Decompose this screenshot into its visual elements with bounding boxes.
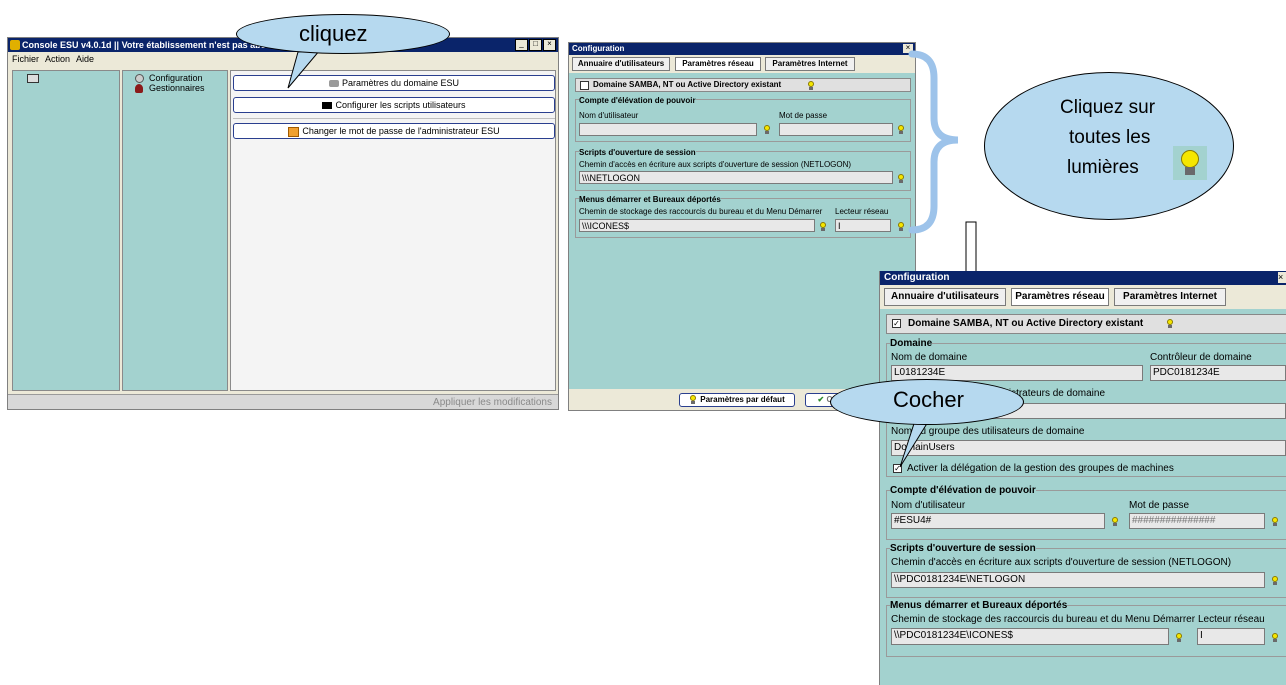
menu-aide[interactable]: Aide xyxy=(76,54,94,64)
config-large-domain-label: Domaine SAMBA, NT ou Active Directory ex… xyxy=(908,318,1144,329)
maximize-button[interactable]: □ xyxy=(529,39,542,51)
config-large-drive-label: Lecteur réseau xyxy=(1198,614,1265,625)
config-small-menus-group xyxy=(575,198,911,238)
check-icon: ✔ xyxy=(817,395,825,404)
cocher-callout-text: Cocher xyxy=(893,387,964,412)
config-small-logon-path-label: Chemin d'accès en écriture aux scripts d… xyxy=(579,160,852,169)
config-small-password-label: Mot de passe xyxy=(779,111,828,120)
computer-icon[interactable] xyxy=(27,74,39,83)
config-small-tab-reseau[interactable]: Paramètres réseau xyxy=(675,57,761,71)
config-small-domain-checkbox[interactable] xyxy=(580,81,589,90)
config-large-user-field[interactable]: #ESU4# xyxy=(891,513,1105,529)
config-small-tab-annuaire[interactable]: Annuaire d'utilisateurs xyxy=(572,57,670,71)
console-content-panel: Paramètres du domaine ESU Configurer les… xyxy=(230,70,556,391)
console-tree-panel xyxy=(12,70,120,391)
config-large-controller-label: Contrôleur de domaine xyxy=(1150,352,1252,363)
config-small-domain-label: Domaine SAMBA, NT ou Active Directory ex… xyxy=(593,80,782,89)
config-small-logon-path-field[interactable]: \\\NETLOGON xyxy=(579,171,893,184)
config-large-menus-path-field[interactable]: \\PDC0181234E\ICONES$ xyxy=(891,628,1169,645)
defaults-bulb-icon xyxy=(689,394,697,405)
config-small-menus-path-field[interactable]: \\\ICONES$ xyxy=(579,219,815,232)
config-large-tab-internet[interactable]: Paramètres Internet xyxy=(1114,288,1226,306)
cliquez-callout: cliquez xyxy=(236,14,450,54)
console-list-panel: Configuration Gestionnaires xyxy=(122,70,228,391)
menu-fichier[interactable]: Fichier xyxy=(12,54,39,64)
status-bar: Appliquer les modifications xyxy=(8,394,558,409)
config-large-logon-bulb-icon[interactable] xyxy=(1271,576,1279,586)
config-small-menus-bulb-icon[interactable] xyxy=(819,222,827,232)
config-large-controller-field[interactable]: PDC0181234E xyxy=(1150,365,1286,381)
minimize-button[interactable]: _ xyxy=(515,39,528,51)
lights-callout-line2: toutes les xyxy=(1069,127,1151,148)
config-large-password-field[interactable]: ############### xyxy=(1129,513,1265,529)
config-large-user-bulb-icon[interactable] xyxy=(1111,517,1119,527)
apply-changes-button[interactable]: Appliquer les modifications xyxy=(433,397,552,408)
managers-icon xyxy=(135,84,143,93)
config-small-menus-title: Menus démarrer et Bureaux déportés xyxy=(579,195,721,204)
config-large-menus-title: Menus démarrer et Bureaux déportés xyxy=(890,600,1068,611)
config-small-elevation-title: Compte d'élévation de pouvoir xyxy=(579,96,696,105)
config-dialog-small: Configuration × Annuaire d'utilisateurs … xyxy=(568,42,916,411)
menu-bar: Fichier Action Aide xyxy=(12,54,94,64)
config-small-title: Configuration xyxy=(572,44,625,53)
configuration-icon xyxy=(135,74,144,83)
config-large-title-bar: Configuration xyxy=(880,271,1286,285)
config-large-password-bulb-icon[interactable] xyxy=(1271,517,1279,527)
defaults-label: Paramètres par défaut xyxy=(700,395,785,404)
app-icon xyxy=(10,40,20,50)
key-icon xyxy=(288,126,300,137)
terminal-icon xyxy=(322,102,333,110)
config-small-user-field[interactable] xyxy=(579,123,757,136)
config-large-menus-bulb-icon[interactable] xyxy=(1175,633,1183,643)
window-controls: _ □ × xyxy=(515,39,556,51)
cliquez-callout-text: cliquez xyxy=(299,21,368,46)
config-small-drive-label: Lecteur réseau xyxy=(835,207,889,216)
config-small-user-label: Nom d'utilisateur xyxy=(579,111,639,120)
config-large-domain-title: Domaine xyxy=(890,338,933,349)
password-label: Changer le mot de passe de l'administrat… xyxy=(302,126,500,136)
tree-item-configuration[interactable]: Configuration xyxy=(149,73,203,83)
config-large-menus-path-label: Chemin de stockage des raccourcis du bur… xyxy=(891,614,1196,625)
menu-action[interactable]: Action xyxy=(45,54,70,64)
config-large-users-field[interactable]: DomainUsers xyxy=(891,440,1286,456)
config-dialog-large: Configuration × Annuaire d'utilisateurs … xyxy=(879,271,1286,685)
config-small-title-bar: Configuration xyxy=(569,43,915,55)
console-title: Console ESU v4.0.1d || Votre établisseme… xyxy=(22,40,267,50)
config-large-domain-bulb-icon[interactable] xyxy=(1166,319,1174,329)
config-small-password-field[interactable] xyxy=(779,123,893,136)
scripts-button[interactable]: Configurer les scripts utilisateurs xyxy=(233,97,555,113)
domain-params-label: Paramètres du domaine ESU xyxy=(341,78,460,88)
config-large-title: Configuration xyxy=(884,272,950,283)
scripts-label: Configurer les scripts utilisateurs xyxy=(335,100,466,110)
config-small-tab-internet[interactable]: Paramètres Internet xyxy=(765,57,855,71)
defaults-button[interactable]: Paramètres par défaut xyxy=(679,393,795,407)
config-large-logon-title: Scripts d'ouverture de session xyxy=(890,543,1036,554)
config-large-drive-bulb-icon[interactable] xyxy=(1271,633,1279,643)
config-large-user-label: Nom d'utilisateur xyxy=(891,500,966,511)
config-large-elevation-title: Compte d'élévation de pouvoir xyxy=(890,485,1036,496)
config-large-logon-path-field[interactable]: \\PDC0181234E\NETLOGON xyxy=(891,572,1265,588)
config-large-domain-name-label: Nom de domaine xyxy=(891,352,968,363)
config-large-drive-field[interactable]: I xyxy=(1197,628,1265,645)
config-large-close-button[interactable]: × xyxy=(1278,272,1286,283)
config-large-tab-reseau[interactable]: Paramètres réseau xyxy=(1011,288,1109,306)
config-small-drive-field[interactable]: I xyxy=(835,219,891,232)
lights-callout-line1: Cliquez sur xyxy=(1060,97,1156,118)
config-small-user-bulb-icon[interactable] xyxy=(763,125,771,135)
config-small-logon-title: Scripts d'ouverture de session xyxy=(579,148,696,157)
close-button[interactable]: × xyxy=(543,39,556,51)
lights-callout-line3: lumières xyxy=(1067,157,1139,178)
config-large-logon-path-label: Chemin d'accès en écriture aux scripts d… xyxy=(891,557,1232,568)
config-large-tab-annuaire[interactable]: Annuaire d'utilisateurs xyxy=(884,288,1006,306)
config-small-domain-bulb-icon[interactable] xyxy=(807,81,815,91)
config-large-domain-checkbox[interactable]: ✓ xyxy=(892,319,901,328)
divider xyxy=(233,118,555,119)
config-large-password-label: Mot de passe xyxy=(1129,500,1190,511)
lightbulb-icon xyxy=(1173,146,1207,180)
password-button[interactable]: Changer le mot de passe de l'administrat… xyxy=(233,123,555,139)
config-small-menus-path-label: Chemin de stockage des raccourcis du bur… xyxy=(579,207,823,216)
tree-item-gestionnaires[interactable]: Gestionnaires xyxy=(149,83,205,93)
